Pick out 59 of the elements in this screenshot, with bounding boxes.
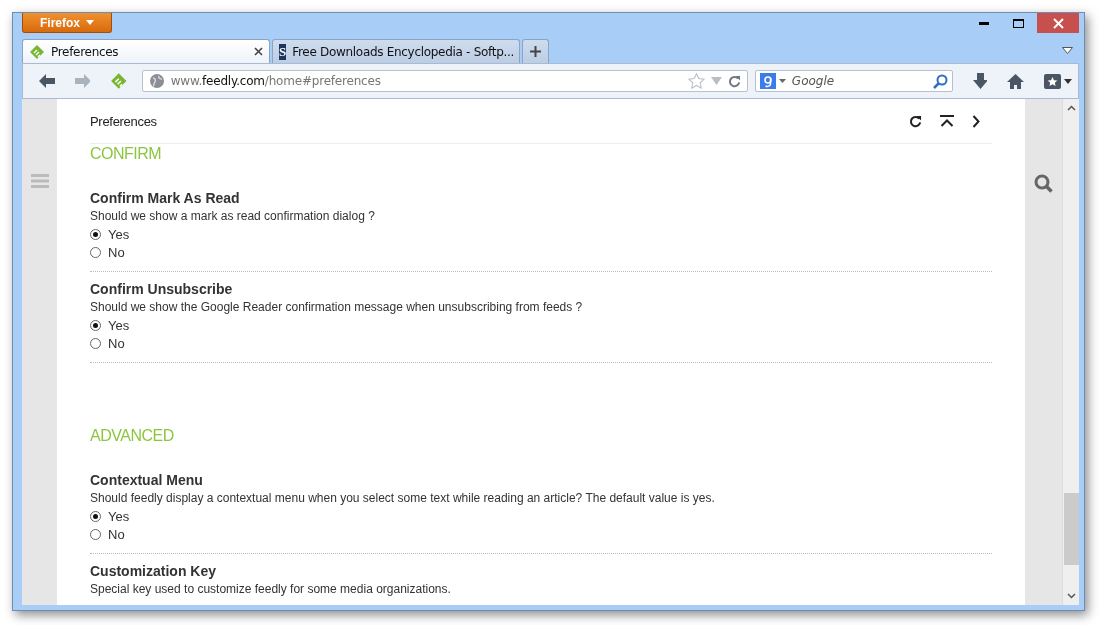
radio-label: No <box>108 526 125 542</box>
page-title: Preferences <box>90 113 157 129</box>
setting-description: Should we show a mark as read confirmation dialog ? <box>90 208 376 225</box>
reload-icon[interactable] <box>727 74 741 88</box>
radio-label: Yes <box>108 508 130 524</box>
scroll-up-icon[interactable] <box>1066 105 1076 111</box>
radio-button[interactable] <box>90 319 101 331</box>
globe-icon <box>148 73 165 89</box>
scrollbar-thumb[interactable] <box>1063 493 1079 565</box>
setting-title: Contextual Menu <box>90 471 204 489</box>
search-input[interactable]: Google <box>789 73 929 89</box>
url-text: www.feedly.com/home#preferences <box>170 74 382 88</box>
close-icon <box>1052 17 1064 29</box>
browser-tab[interactable]: Preferences <box>22 39 270 63</box>
section-heading: CONFIRM <box>90 144 163 164</box>
refresh-icon[interactable] <box>909 114 922 128</box>
tab-title: Preferences <box>51 44 120 59</box>
caret-icon <box>86 20 94 25</box>
radio-label: Yes <box>108 226 130 242</box>
section-heading: ADVANCED <box>90 426 175 446</box>
download-icon[interactable] <box>972 73 988 89</box>
minimize-icon <box>979 21 989 25</box>
setting-description: Special key used to customize feedly for some media organizations. <box>90 581 452 598</box>
leaf-logo-icon <box>29 43 45 60</box>
tab-list-icon[interactable] <box>1062 47 1073 54</box>
setting-description: Should feedly display a contextual menu when you select some text while reading an article? The default value is yes. <box>90 490 716 507</box>
scrollbar[interactable] <box>1062 99 1079 605</box>
radio-label: No <box>108 335 125 351</box>
radio-label: Yes <box>108 317 130 333</box>
plus-icon <box>530 46 541 57</box>
radio-button[interactable] <box>90 528 101 540</box>
new-tab-button[interactable] <box>522 39 549 63</box>
close-button[interactable] <box>1037 13 1079 33</box>
site-logo-icon: S <box>279 43 287 60</box>
address-bar[interactable]: www.feedly.com/home#preferences <box>141 70 748 92</box>
star-icon[interactable] <box>687 73 705 89</box>
browser-tab[interactable]: S Free Downloads Encyclopedia - Softp... <box>272 39 520 63</box>
radio-button[interactable] <box>90 228 101 240</box>
search-icon[interactable] <box>932 73 948 89</box>
bookmarks-icon[interactable] <box>1044 73 1072 89</box>
scroll-top-icon[interactable] <box>940 115 954 127</box>
chevron-right-icon[interactable] <box>972 114 980 128</box>
back-icon[interactable] <box>39 74 55 88</box>
maximize-icon <box>1012 18 1024 28</box>
radio-label: No <box>108 244 125 260</box>
scroll-down-icon[interactable] <box>1066 593 1076 599</box>
search-icon[interactable] <box>1034 174 1053 193</box>
setting-title: Customization Key <box>90 562 217 580</box>
close-tab-icon[interactable] <box>254 47 263 56</box>
radio-button[interactable] <box>90 510 101 522</box>
radio-button[interactable] <box>90 337 101 349</box>
search-engine-icon[interactable] <box>759 73 786 89</box>
radio-button[interactable] <box>90 246 101 258</box>
setting-title: Confirm Mark As Read <box>90 189 241 207</box>
search-bar[interactable]: Google <box>754 70 953 92</box>
home-icon[interactable] <box>1007 73 1024 89</box>
setting-description: Should we show the Google Reader confirmation message when unsubscribing from feeds ? <box>90 299 584 316</box>
tab-title: Free Downloads Encyclopedia - Softp... <box>292 44 514 59</box>
setting-title: Confirm Unsubscribe <box>90 280 234 298</box>
